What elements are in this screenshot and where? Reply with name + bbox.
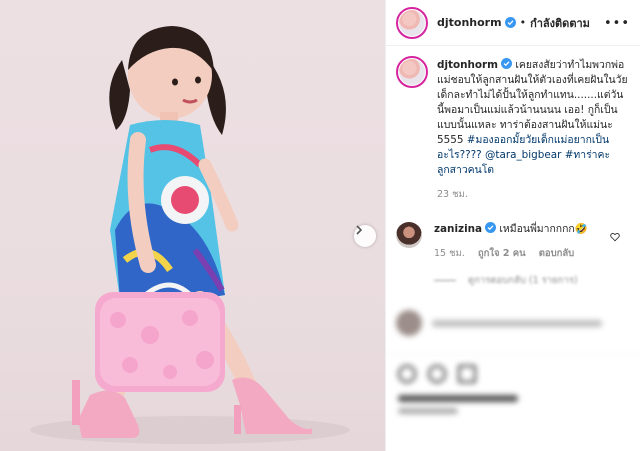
comment-icon[interactable] [428, 365, 446, 383]
author-avatar[interactable] [396, 6, 428, 39]
like-icon[interactable] [398, 365, 416, 383]
reply-button[interactable]: ตอบกลับ [539, 248, 575, 259]
heart-icon[interactable] [610, 232, 620, 242]
blurred-comment [386, 300, 640, 346]
post-date [398, 408, 458, 414]
header-separator: • [519, 16, 527, 29]
share-icon[interactable] [458, 365, 476, 383]
post-photo[interactable] [0, 0, 385, 451]
comment: zanizina เหมือนพี่มากกกก🤣 15 ชม. ถูกใจ 2… [396, 222, 630, 261]
instagram-post: djtonhorm • กำลังติดตาม ••• djtonhorm เค… [0, 0, 640, 451]
caption-body: djtonhorm เคยสงสัยว่าทำไมพวกพ่อแม่ชอบให้… [437, 58, 630, 202]
caption-avatar[interactable] [396, 56, 428, 88]
comment-meta: 15 ชม. ถูกใจ 2 คน ตอบกลับ [434, 246, 588, 261]
caption-text: เคยสงสัยว่าทำไมพวกพ่อแม่ชอบให้ลูกสานฝันใ… [437, 59, 628, 146]
commenter-avatar[interactable] [396, 222, 422, 248]
comment-body: zanizina เหมือนพี่มากกกก🤣 15 ชม. ถูกใจ 2… [434, 222, 588, 261]
comments-section: djtonhorm เคยสงสัยว่าทำไมพวกพ่อแม่ชอบให้… [386, 46, 640, 288]
view-replies-button[interactable]: ดูการตอบกลับ (1 รายการ) [434, 273, 630, 288]
blurred-content [386, 300, 640, 451]
following-button[interactable]: กำลังติดตาม [530, 14, 590, 32]
verified-badge-icon [501, 58, 512, 69]
verified-badge-icon [485, 222, 497, 233]
verified-badge-icon [504, 17, 516, 28]
caption-timestamp[interactable]: 23 ชม. [437, 187, 630, 202]
commenter-username[interactable]: zanizina [434, 223, 482, 235]
comment-timestamp[interactable]: 15 ชม. [434, 248, 465, 259]
post-side-panel: djtonhorm • กำลังติดตาม ••• djtonhorm เค… [385, 0, 640, 451]
author-username[interactable]: djtonhorm [437, 16, 502, 29]
more-icon[interactable]: ••• [604, 16, 630, 31]
girl-with-pink-bag-illustration [30, 26, 350, 444]
mention-link[interactable]: @tara_bigbear [485, 149, 561, 161]
next-photo-button[interactable] [354, 225, 376, 247]
comment-likes[interactable]: ถูกใจ 2 คน [478, 248, 526, 259]
caption-username[interactable]: djtonhorm [437, 59, 498, 71]
caption: djtonhorm เคยสงสัยว่าทำไมพวกพ่อแม่ชอบให้… [396, 56, 630, 202]
action-bar [386, 354, 640, 389]
chevron-right-icon [356, 225, 363, 235]
post-header: djtonhorm • กำลังติดตาม ••• [386, 0, 640, 46]
comment-text: เหมือนพี่มากกกก🤣 [499, 223, 588, 235]
likes-count [398, 395, 518, 402]
